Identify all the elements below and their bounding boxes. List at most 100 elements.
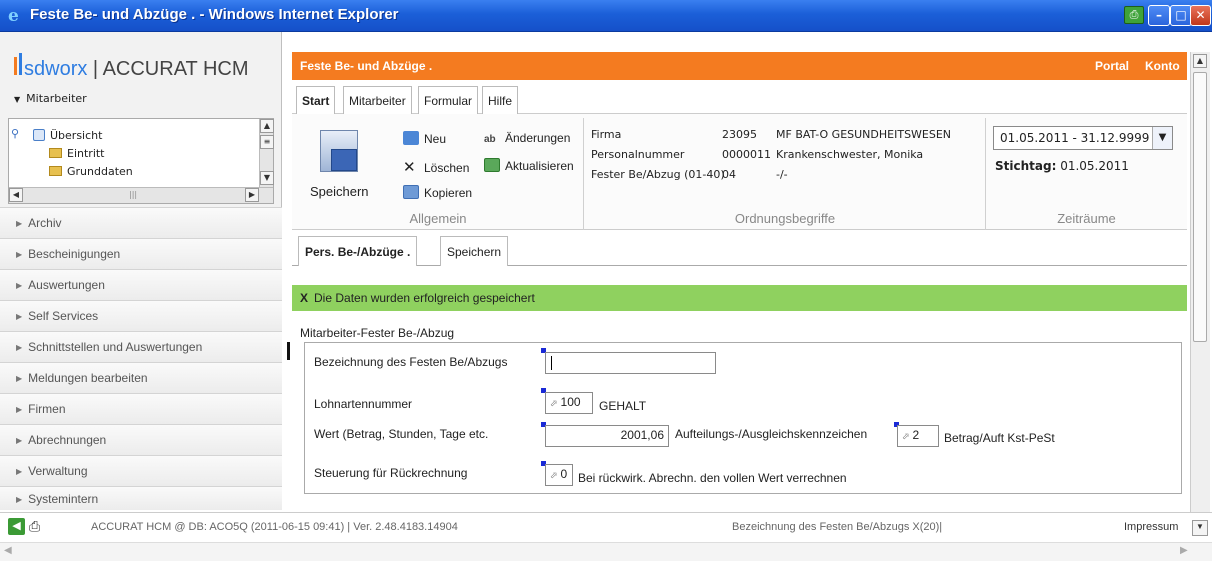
delete-button[interactable]: ✕ Löschen: [403, 158, 469, 176]
scroll-up-icon[interactable]: ▲: [260, 119, 274, 133]
splitter-handle[interactable]: [287, 342, 290, 360]
nav-item-abrechnungen[interactable]: ▶ Abrechnungen: [0, 424, 282, 455]
tree-item-eintritt[interactable]: Eintritt: [49, 147, 105, 160]
ribbon-group-label: Allgemein: [409, 211, 467, 226]
tab-pers-be-abzuege[interactable]: Pers. Be-/Abzüge .: [298, 236, 418, 266]
refresh-button[interactable]: Aktualisieren: [484, 158, 574, 173]
steuerung-text: Bei rückwirk. Abrechn. den vollen Wert v…: [578, 471, 847, 485]
ordnung-value: MF BAT-O GESUNDHEITSWESEN: [776, 128, 952, 141]
date-range-value: 01.05.2011 - 31.12.9999: [1000, 131, 1150, 145]
printer-tray-icon[interactable]: ⎙: [1124, 6, 1144, 24]
scroll-thumb[interactable]: |||: [129, 190, 137, 199]
status-field-info: Bezeichnung des Festen Be/Abzugs X(20)|: [732, 521, 943, 533]
aufteilung-input[interactable]: ⬀ 2: [897, 425, 939, 447]
tab-hilfe[interactable]: Hilfe: [482, 86, 519, 114]
delete-label: Löschen: [424, 161, 470, 175]
tree-item-uebersicht[interactable]: Übersicht: [33, 129, 102, 142]
ie-icon: e: [8, 6, 19, 26]
spellcheck-icon: ab: [484, 134, 496, 145]
lookup-icon[interactable]: ⬀: [550, 398, 558, 408]
logo-bar-icon: [19, 53, 22, 75]
impressum-link[interactable]: Impressum: [1124, 521, 1178, 533]
nav-item-systemintern[interactable]: ▶ Systemintern: [0, 486, 282, 510]
page-horizontal-scrollbar[interactable]: ◀ ▶: [0, 542, 1212, 561]
message-icon[interactable]: X: [300, 291, 308, 305]
nav-item-label: Self Services: [28, 309, 99, 323]
konto-link[interactable]: Konto: [1145, 59, 1180, 73]
search-icon[interactable]: ⚲: [11, 127, 19, 140]
bezeichnung-input[interactable]: [545, 352, 716, 374]
nav-item-label: Verwaltung: [28, 464, 88, 478]
scroll-thumb[interactable]: ≡: [260, 135, 274, 149]
portal-link[interactable]: Portal: [1095, 59, 1129, 73]
stichtag-value: 01.05.2011: [1060, 159, 1129, 173]
page-vertical-scrollbar[interactable]: ▲: [1190, 52, 1210, 512]
nav-item-meldungen[interactable]: ▶ Meldungen bearbeiten: [0, 362, 282, 393]
chevron-right-icon: ▶: [16, 405, 23, 414]
nav-item-label: Archiv: [28, 216, 62, 230]
chevron-down-icon[interactable]: ▼: [1192, 520, 1208, 536]
tree-horizontal-scrollbar[interactable]: ◀ ||| ▶: [9, 187, 273, 203]
save-label: Speichern: [310, 184, 369, 199]
nav-item-label: Schnittstellen und Auswertungen: [28, 340, 203, 354]
nav-item-label: Auswertungen: [28, 278, 105, 292]
message-text: Die Daten wurden erfolgreich gespeichert: [314, 291, 535, 305]
nav-item-bescheinigungen[interactable]: ▶ Bescheinigungen: [0, 238, 282, 269]
nav-item-schnittstellen[interactable]: ▶ Schnittstellen und Auswertungen: [0, 331, 282, 362]
tab-formular[interactable]: Formular: [418, 86, 479, 114]
changes-label: Änderungen: [505, 131, 571, 145]
brand-logo: sdworx | ACCURAT HCM: [14, 53, 249, 81]
wert-input[interactable]: 2001,06: [545, 425, 669, 447]
scroll-right-icon[interactable]: ▶: [245, 188, 259, 202]
steuerung-input[interactable]: ⬀ 0: [545, 464, 573, 486]
nav-item-verwaltung[interactable]: ▶ Verwaltung: [0, 455, 282, 486]
scroll-down-icon[interactable]: ▼: [260, 171, 274, 185]
bezeichnung-label: Bezeichnung des Festen Be/Abzugs: [314, 355, 508, 369]
minimize-button[interactable]: –: [1148, 5, 1170, 26]
maximize-button[interactable]: □: [1170, 5, 1192, 26]
nav-item-firmen[interactable]: ▶ Firmen: [0, 393, 282, 424]
copy-icon: [403, 185, 419, 199]
chevron-right-icon: ▶: [16, 219, 23, 228]
page-title: Feste Be- und Abzüge .: [300, 59, 433, 73]
steuerung-value: 0: [560, 467, 568, 481]
chevron-down-icon[interactable]: ▼: [1152, 127, 1172, 149]
nav-item-self-services[interactable]: ▶ Self Services: [0, 300, 282, 331]
window-title: Feste Be- und Abzüge . - Windows Interne…: [30, 6, 399, 23]
scroll-up-icon[interactable]: ▲: [1193, 54, 1207, 68]
refresh-icon: [484, 158, 500, 172]
scroll-thumb[interactable]: [1193, 72, 1207, 342]
copy-button[interactable]: Kopieren: [403, 185, 472, 200]
tree-vertical-scrollbar[interactable]: ▲ ≡ ▼: [259, 119, 274, 187]
chevron-right-icon: ▶: [16, 467, 23, 476]
scroll-left-icon[interactable]: ◀: [9, 188, 23, 202]
close-window-button[interactable]: ✕: [1190, 5, 1211, 26]
lookup-icon[interactable]: ⬀: [550, 470, 558, 480]
lookup-icon[interactable]: ⬀: [902, 431, 910, 441]
changes-button[interactable]: ab Änderungen: [484, 131, 570, 145]
folder-icon: [49, 166, 62, 176]
lohnart-input[interactable]: ⬀ 100: [545, 392, 593, 414]
scroll-left-icon[interactable]: ◀: [4, 545, 12, 556]
lohnart-value: 100: [560, 395, 581, 409]
save-button[interactable]: Speichern: [306, 124, 376, 208]
status-bar: ◀ ⎙ ACCURAT HCM @ DB: ACO5Q (2011-06-15 …: [0, 512, 1212, 542]
nav-item-archiv[interactable]: ▶ Archiv: [0, 207, 282, 238]
printer-icon[interactable]: ⎙: [29, 518, 47, 535]
ordnung-key: Fester Be/Abzug (01-40): [591, 168, 725, 181]
tab-mitarbeiter[interactable]: Mitarbeiter: [343, 86, 412, 114]
logo-bar-icon: [14, 57, 17, 75]
chevron-right-icon: ▶: [16, 250, 23, 259]
date-range-select[interactable]: 01.05.2011 - 31.12.9999 ▼: [993, 126, 1173, 150]
new-button[interactable]: Neu: [403, 131, 446, 146]
tab-speichern[interactable]: Speichern: [440, 236, 509, 266]
tree-item-grunddaten[interactable]: Grunddaten: [49, 165, 133, 178]
tab-start[interactable]: Start: [296, 86, 336, 114]
brand-product: ACCURAT HCM: [102, 58, 249, 80]
text-cursor: [551, 356, 552, 370]
nav-item-auswertungen[interactable]: ▶ Auswertungen: [0, 269, 282, 300]
scroll-right-icon[interactable]: ▶: [1180, 545, 1188, 556]
grid-icon: [33, 129, 45, 141]
back-arrow-icon[interactable]: ◀: [8, 518, 25, 535]
sidebar-section-mitarbeiter[interactable]: ▼ Mitarbeiter: [14, 92, 87, 105]
